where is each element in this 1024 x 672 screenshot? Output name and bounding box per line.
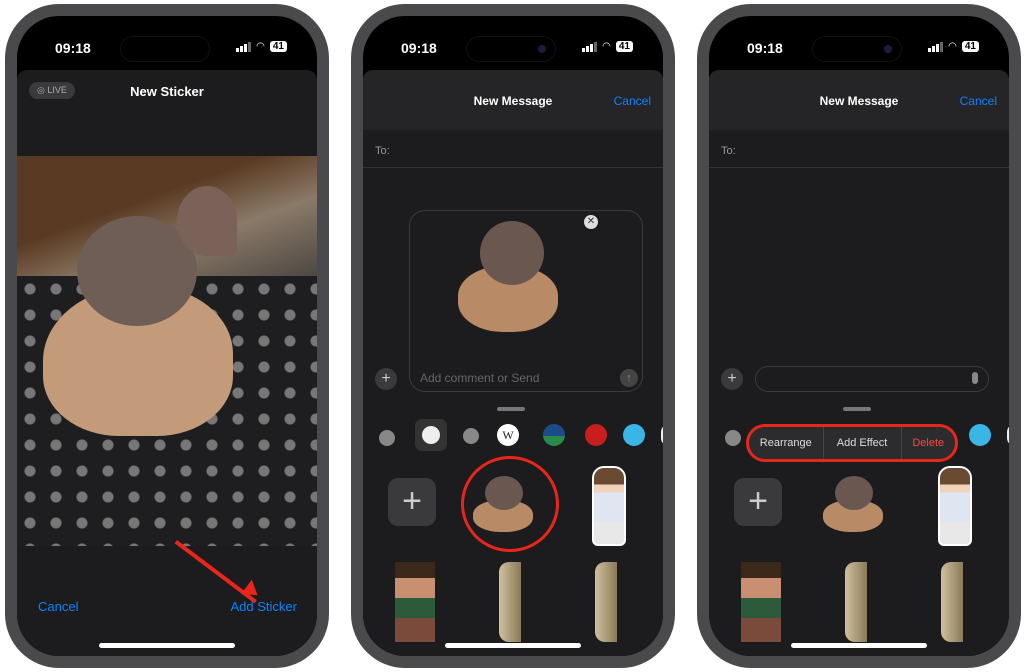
phone-sticker-menu: 09:18 ◠ 41 New Message Cancel To: + Rearr… <box>697 4 1021 668</box>
stickers-tab[interactable] <box>415 419 447 451</box>
comment-input[interactable]: Add comment or Send <box>420 371 539 385</box>
new-sticker-button[interactable]: + <box>388 478 436 526</box>
phone-new-sticker: 09:18 ◠ 41 ◎ LIVE New Sticker Cancel Add … <box>5 4 329 668</box>
signal-icon <box>928 41 944 52</box>
dog-photo <box>17 156 317 546</box>
phone-new-message-sticker: 09:18 ◠ 41 New Message Cancel To: ✕ Add c… <box>351 4 675 668</box>
to-label: To: <box>375 145 390 157</box>
to-field[interactable]: To: <box>709 130 1009 168</box>
wifi-icon: ◠ <box>602 41 611 52</box>
stickers-icon <box>422 426 440 444</box>
status-time: 09:18 <box>401 40 437 56</box>
app-icon-calendar[interactable] <box>623 424 645 446</box>
signal-icon <box>236 41 252 52</box>
plus-button[interactable]: + <box>721 368 743 390</box>
battery-icon: 41 <box>615 41 633 52</box>
sticker-hair[interactable] <box>845 562 867 642</box>
dog-ear <box>177 186 237 256</box>
sticker-dog-head <box>480 221 544 285</box>
sheet-title: New Sticker <box>130 84 204 99</box>
sticker-sheet: ◎ LIVE New Sticker Cancel Add Sticker <box>17 70 317 656</box>
sticker-girl[interactable] <box>592 466 626 546</box>
sticker-hair[interactable] <box>499 562 521 642</box>
wikipedia-icon[interactable]: W <box>497 424 519 446</box>
dynamic-island <box>120 36 210 62</box>
screen: 09:18 ◠ 41 New Message Cancel To: ✕ Add c… <box>363 16 663 656</box>
message-input[interactable] <box>755 366 989 392</box>
sticker-dog-head <box>835 476 873 510</box>
to-field[interactable]: To: <box>363 130 663 168</box>
send-icon[interactable]: ↑ <box>620 369 638 387</box>
sticker-dog[interactable] <box>819 476 895 532</box>
status-icons: ◠ 41 <box>582 41 633 52</box>
recents-clock-icon[interactable] <box>379 430 395 446</box>
app-icon-partial[interactable] <box>661 424 663 446</box>
status-time: 09:18 <box>747 40 783 56</box>
message-sheet: New Message Cancel To: + Rearrange Add E… <box>709 70 1009 656</box>
cancel-button[interactable]: Cancel <box>960 94 997 108</box>
wifi-icon: ◠ <box>256 41 265 52</box>
home-indicator <box>99 643 235 648</box>
app-tray: W <box>377 419 663 454</box>
cancel-button[interactable]: Cancel <box>614 94 651 108</box>
sticker-hair-2[interactable] <box>595 562 617 642</box>
screen: 09:18 ◠ 41 ◎ LIVE New Sticker Cancel Add … <box>17 16 317 656</box>
recents-clock-icon[interactable] <box>725 430 741 446</box>
status-icons: ◠ 41 <box>236 41 287 52</box>
camera-dot <box>884 45 892 53</box>
sticker-kids[interactable] <box>395 562 435 642</box>
cancel-button[interactable]: Cancel <box>38 599 78 614</box>
camera-dot <box>538 45 546 53</box>
app-icon-calendar[interactable] <box>969 424 991 446</box>
signal-icon <box>582 41 598 52</box>
add-sticker-button[interactable]: Add Sticker <box>231 599 297 614</box>
battery-icon: 41 <box>961 41 979 52</box>
plus-button[interactable]: + <box>375 368 397 390</box>
home-indicator <box>791 643 927 648</box>
drawer-handle[interactable] <box>497 407 525 411</box>
message-sheet: New Message Cancel To: ✕ Add comment or … <box>363 70 663 656</box>
sticker-girl[interactable] <box>938 466 972 546</box>
compose-box[interactable]: ✕ Add comment or Send ↑ <box>409 210 643 392</box>
app-icon-green[interactable] <box>543 424 565 446</box>
to-label: To: <box>721 145 736 157</box>
home-indicator <box>445 643 581 648</box>
sticker-hair-2[interactable] <box>941 562 963 642</box>
highlight-circle-annotation <box>461 456 559 552</box>
battery-icon: 41 <box>269 41 287 52</box>
new-sticker-button[interactable]: + <box>734 478 782 526</box>
app-icon-red[interactable] <box>585 424 607 446</box>
wifi-icon: ◠ <box>948 41 957 52</box>
screen: 09:18 ◠ 41 New Message Cancel To: + Rearr… <box>709 16 1009 656</box>
status-time: 09:18 <box>55 40 91 56</box>
status-icons: ◠ 41 <box>928 41 979 52</box>
emoji-icon[interactable] <box>463 428 479 444</box>
app-icon-partial[interactable] <box>1007 424 1009 446</box>
drawer-handle[interactable] <box>843 407 871 411</box>
sticker-kids[interactable] <box>741 562 781 642</box>
mic-icon[interactable] <box>972 372 978 384</box>
remove-sticker-icon[interactable]: ✕ <box>584 215 598 229</box>
highlight-outline-annotation <box>746 424 958 462</box>
